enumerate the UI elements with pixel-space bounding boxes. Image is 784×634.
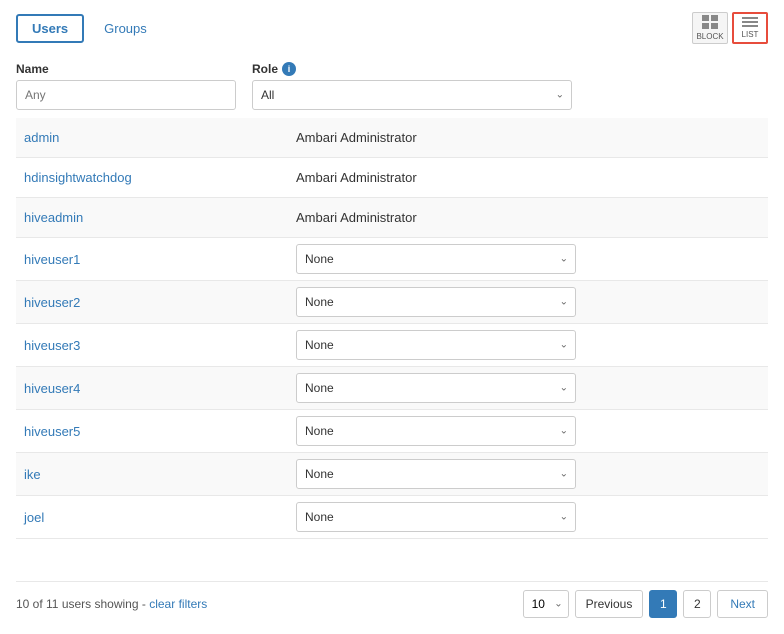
table-row: hiveuser3NoneAmbari Administrator⌄ [16,324,768,367]
clear-filters-link[interactable]: clear filters [149,597,207,611]
view-toggle: BLOCK LIST [692,12,768,44]
block-icon [702,15,718,29]
user-table: adminAmbari Administratorhdinsightwatchd… [16,118,768,569]
tab-groups[interactable]: Groups [88,14,163,43]
showing-count: 10 of 11 users showing [16,597,139,611]
tab-users[interactable]: Users [16,14,84,43]
nav-tabs: Users Groups [16,14,163,43]
role-select-wrap-hiveuser3: NoneAmbari Administrator⌄ [296,330,576,360]
page-2-button[interactable]: 2 [683,590,711,618]
role-select-wrap-hiveuser5: NoneAmbari Administrator⌄ [296,416,576,446]
list-icon [742,17,758,27]
table-row: hdinsightwatchdogAmbari Administrator [16,158,768,198]
name-filter-input[interactable] [16,80,236,110]
name-filter-label: Name [16,62,236,76]
footer: 10 of 11 users showing - clear filters 1… [16,581,768,618]
role-text-hdinsightwatchdog: Ambari Administrator [296,170,417,185]
table-row: hiveuser1NoneAmbari Administrator⌄ [16,238,768,281]
role-info-icon[interactable]: i [282,62,296,76]
page-1-button[interactable]: 1 [649,590,677,618]
table-row: hiveadminAmbari Administrator [16,198,768,238]
user-role-hiveuser3[interactable]: NoneAmbari Administrator⌄ [296,330,768,360]
user-name-hiveadmin[interactable]: hiveadmin [16,210,296,225]
user-name-hiveuser3[interactable]: hiveuser3 [16,338,296,353]
role-filter-select[interactable]: All Ambari Administrator None [252,80,572,110]
top-nav: Users Groups BLOCK LIST [16,12,768,44]
role-select-hiveuser5[interactable]: NoneAmbari Administrator [296,416,576,446]
user-role-joel[interactable]: NoneAmbari Administrator⌄ [296,502,768,532]
user-name-hiveuser2[interactable]: hiveuser2 [16,295,296,310]
showing-text: 10 of 11 users showing - clear filters [16,597,207,611]
role-select-wrap-joel: NoneAmbari Administrator⌄ [296,502,576,532]
user-role-hiveuser1[interactable]: NoneAmbari Administrator⌄ [296,244,768,274]
role-select-wrap-ike: NoneAmbari Administrator⌄ [296,459,576,489]
role-filter-group: Role i All Ambari Administrator None ⌄ [252,62,572,110]
user-role-ike[interactable]: NoneAmbari Administrator⌄ [296,459,768,489]
per-page-wrap: 10 25 50 ⌄ [523,590,569,618]
prev-page-button[interactable]: Previous [575,590,644,618]
role-select-hiveuser3[interactable]: NoneAmbari Administrator [296,330,576,360]
table-row: hiveuser5NoneAmbari Administrator⌄ [16,410,768,453]
table-row: joelNoneAmbari Administrator⌄ [16,496,768,539]
role-text-hiveadmin: Ambari Administrator [296,210,417,225]
role-select-joel[interactable]: NoneAmbari Administrator [296,502,576,532]
block-view-btn[interactable]: BLOCK [692,12,728,44]
next-page-button[interactable]: Next [717,590,768,618]
role-select-hiveuser1[interactable]: NoneAmbari Administrator [296,244,576,274]
user-role-admin: Ambari Administrator [296,130,768,145]
role-text-admin: Ambari Administrator [296,130,417,145]
user-role-hiveuser2[interactable]: NoneAmbari Administrator⌄ [296,287,768,317]
user-name-hdinsightwatchdog[interactable]: hdinsightwatchdog [16,170,296,185]
per-page-select[interactable]: 10 25 50 [523,590,569,618]
role-filter-label: Role i [252,62,572,76]
user-role-hiveadmin: Ambari Administrator [296,210,768,225]
user-name-hiveuser4[interactable]: hiveuser4 [16,381,296,396]
role-select-wrap-hiveuser2: NoneAmbari Administrator⌄ [296,287,576,317]
list-view-btn[interactable]: LIST [732,12,768,44]
table-row: hiveuser4NoneAmbari Administrator⌄ [16,367,768,410]
block-label: BLOCK [696,32,723,41]
user-name-hiveuser5[interactable]: hiveuser5 [16,424,296,439]
user-role-hiveuser5[interactable]: NoneAmbari Administrator⌄ [296,416,768,446]
role-select-wrap: All Ambari Administrator None ⌄ [252,80,572,110]
user-name-hiveuser1[interactable]: hiveuser1 [16,252,296,267]
pagination-controls: 10 25 50 ⌄ Previous 1 2 Next [523,590,768,618]
user-name-joel[interactable]: joel [16,510,296,525]
table-row: ikeNoneAmbari Administrator⌄ [16,453,768,496]
role-select-wrap-hiveuser1: NoneAmbari Administrator⌄ [296,244,576,274]
user-name-admin[interactable]: admin [16,130,296,145]
user-name-ike[interactable]: ike [16,467,296,482]
role-select-hiveuser4[interactable]: NoneAmbari Administrator [296,373,576,403]
name-filter-group: Name [16,62,236,110]
role-select-ike[interactable]: NoneAmbari Administrator [296,459,576,489]
list-label: LIST [742,30,759,39]
table-row: hiveuser2NoneAmbari Administrator⌄ [16,281,768,324]
user-role-hdinsightwatchdog: Ambari Administrator [296,170,768,185]
role-select-hiveuser2[interactable]: NoneAmbari Administrator [296,287,576,317]
user-role-hiveuser4[interactable]: NoneAmbari Administrator⌄ [296,373,768,403]
page-wrapper: Users Groups BLOCK LIST Name [0,0,784,634]
role-select-wrap-hiveuser4: NoneAmbari Administrator⌄ [296,373,576,403]
filters: Name Role i All Ambari Administrator Non… [16,62,768,118]
table-row: adminAmbari Administrator [16,118,768,158]
